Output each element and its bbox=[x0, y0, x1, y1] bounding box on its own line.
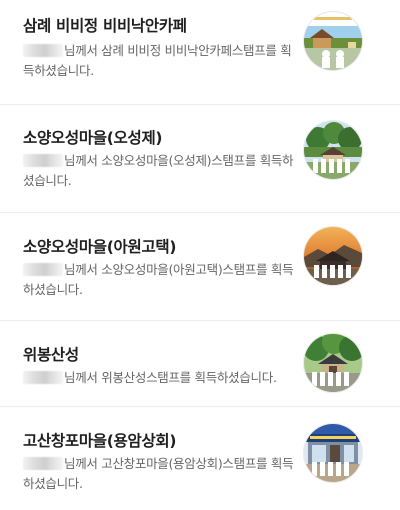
blurred-username bbox=[23, 263, 63, 276]
item-message: 님께서 소양오성마을(아원고택)스탬프를 획득하셨습니다. bbox=[23, 262, 294, 297]
item-title: 소양오성마을(아원고택) bbox=[23, 238, 177, 256]
stamp-photo-bibijeong-icon bbox=[304, 12, 362, 70]
item-title: 위봉산성 bbox=[23, 346, 79, 364]
stamp-thumbnail[interactable] bbox=[304, 424, 362, 482]
blurred-username bbox=[23, 154, 63, 167]
blurred-username bbox=[23, 371, 63, 384]
item-message: 님께서 소양오성마을(오성제)스탬프를 획득하셨습니다. bbox=[23, 153, 294, 188]
stamp-thumbnail[interactable] bbox=[304, 334, 362, 392]
stamp-thumbnail[interactable] bbox=[304, 227, 362, 285]
list-item[interactable]: 고산창포마을(용암상회) 님께서 고산창포마을(용암상회)스탬프를 획득하셨습니… bbox=[0, 407, 400, 510]
blurred-username bbox=[23, 44, 63, 57]
item-title: 고산창포마을(용암상회) bbox=[23, 432, 177, 450]
stamp-photo-oseongje-icon bbox=[304, 121, 362, 179]
blurred-username bbox=[23, 457, 63, 470]
stamp-photo-wibongsanseong-icon bbox=[304, 334, 362, 392]
list-item[interactable]: 삼례 비비정 비비낙안카페 님께서 삼례 비비정 비비낙안카페스탬프를 획득하셨… bbox=[0, 0, 400, 104]
stamp-activity-feed: 삼례 비비정 비비낙안카페 님께서 삼례 비비정 비비낙안카페스탬프를 획득하셨… bbox=[0, 0, 400, 510]
item-message: 님께서 고산창포마을(용암상회)스탬프를 획득하셨습니다. bbox=[23, 456, 294, 491]
item-title: 삼례 비비정 비비낙안카페 bbox=[23, 17, 187, 35]
item-message: 님께서 위봉산성스탬프를 획득하셨습니다. bbox=[23, 368, 303, 388]
item-message: 님께서 삼례 비비정 비비낙안카페스탬프를 획득하셨습니다. bbox=[23, 43, 292, 78]
stamp-thumbnail[interactable] bbox=[304, 121, 362, 179]
stamp-thumbnail[interactable] bbox=[304, 12, 362, 70]
list-item[interactable]: 소양오성마을(아원고택) 님께서 소양오성마을(아원고택)스탬프를 획득하셨습니… bbox=[0, 213, 400, 320]
item-title: 소양오성마을(오성제) bbox=[23, 129, 163, 147]
list-item[interactable]: 소양오성마을(오성제) 님께서 소양오성마을(오성제)스탬프를 획득하셨습니다. bbox=[0, 105, 400, 212]
list-item[interactable]: 위봉산성 님께서 위봉산성스탬프를 획득하셨습니다. bbox=[0, 321, 400, 406]
stamp-photo-awon-gotaek-icon bbox=[304, 227, 362, 285]
stamp-photo-yongam-store-icon bbox=[304, 424, 362, 482]
